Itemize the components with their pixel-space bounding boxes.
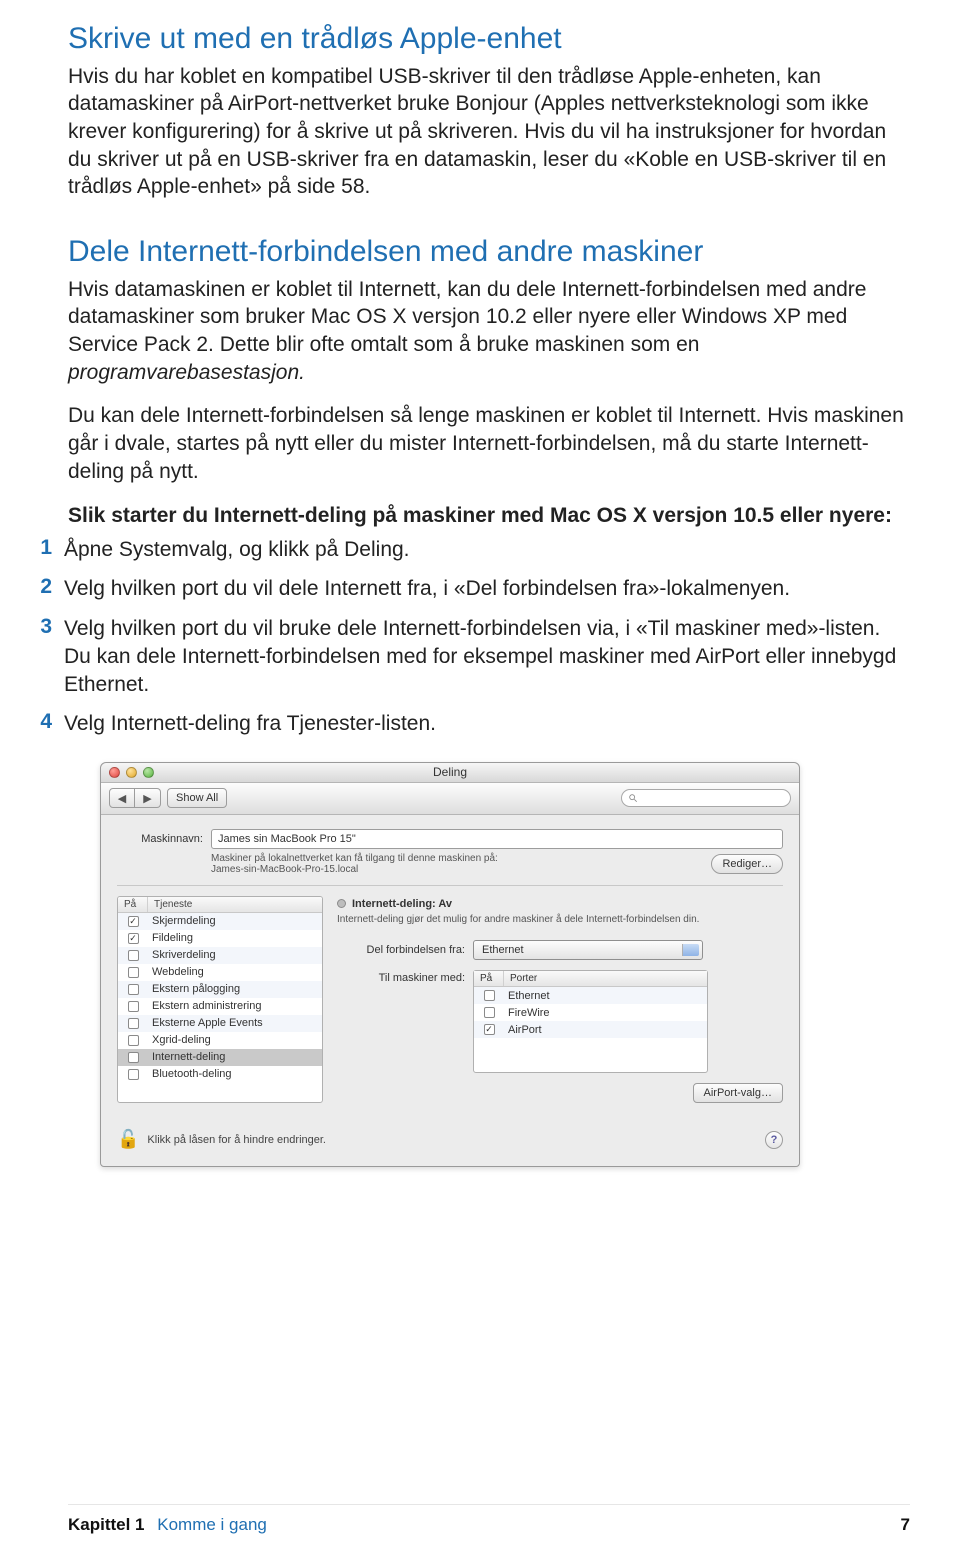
service-row[interactable]: ✓ Fildeling — [118, 930, 322, 947]
service-status: Internett-deling: Av — [337, 898, 783, 910]
lock-control[interactable]: 🔓 Klikk på låsen for å hindre endringer. — [117, 1129, 326, 1150]
port-row[interactable]: FireWire — [474, 1004, 707, 1021]
port-name: Ethernet — [504, 990, 707, 1002]
local-hostname-hint: Maskiner på lokalnettverket kan få tilga… — [211, 853, 703, 864]
checkbox[interactable] — [128, 967, 139, 978]
window-title: Deling — [101, 765, 799, 779]
service-row[interactable]: Skriverdeling — [118, 947, 322, 964]
step-text: Velg hvilken port du vil dele Internett … — [64, 575, 910, 603]
share-from-select[interactable]: Ethernet▲▼ — [473, 940, 703, 960]
service-row[interactable]: ✓ Skjermdeling — [118, 913, 322, 930]
computer-name-field[interactable]: James sin MacBook Pro 15" — [211, 829, 783, 849]
service-row[interactable]: Ekstern administrering — [118, 998, 322, 1015]
edit-button[interactable]: Rediger… — [711, 854, 783, 874]
step-number: 4 — [36, 710, 64, 734]
section1-title: Skrive ut med en trådløs Apple-enhet — [68, 22, 910, 57]
share-from-label: Del forbindelsen fra: — [337, 944, 465, 956]
service-name: Internett-deling — [148, 1051, 322, 1063]
service-name: Skjermdeling — [148, 915, 322, 927]
port-name: AirPort — [504, 1024, 707, 1036]
service-name: Xgrid-deling — [148, 1034, 322, 1046]
back-forward-buttons[interactable]: ◀ ▶ — [109, 788, 161, 808]
ports-list[interactable]: PåPorter Ethernet FireWire ✓ AirPort — [473, 970, 708, 1073]
section2-body1: Hvis datamaskinen er koblet til Internet… — [68, 276, 910, 387]
service-name: Eksterne Apple Events — [148, 1017, 322, 1029]
col-on: På — [118, 897, 148, 912]
search-input[interactable] — [621, 789, 791, 807]
service-name: Webdeling — [148, 966, 322, 978]
service-description: Internett-deling gjør det mulig for andr… — [337, 914, 783, 927]
port-row[interactable]: Ethernet — [474, 987, 707, 1004]
checkbox[interactable] — [128, 1001, 139, 1012]
service-row[interactable]: Bluetooth-deling — [118, 1066, 322, 1083]
prefs-toolbar: ◀ ▶ Show All — [101, 783, 799, 815]
checkbox[interactable] — [128, 950, 139, 961]
services-list[interactable]: PåTjeneste ✓ Skjermdeling ✓ Fildeling Skrive… — [117, 896, 323, 1104]
service-name: Bluetooth-deling — [148, 1068, 322, 1080]
window-titlebar: Deling — [101, 763, 799, 783]
forward-button[interactable]: ▶ — [135, 788, 161, 808]
checkbox[interactable] — [128, 1035, 139, 1046]
service-name: Fildeling — [148, 932, 322, 944]
checkbox[interactable] — [484, 990, 495, 1001]
back-button[interactable]: ◀ — [109, 788, 135, 808]
service-name: Ekstern pålogging — [148, 983, 322, 995]
col-on: På — [474, 971, 504, 986]
col-ports: Porter — [504, 971, 543, 986]
page-number: 7 — [901, 1515, 910, 1535]
service-row[interactable]: Ekstern pålogging — [118, 981, 322, 998]
search-icon — [628, 793, 638, 803]
sharing-prefpane-screenshot: Deling ◀ ▶ Show All Maskinnavn: James si… — [100, 762, 800, 1168]
service-row[interactable]: Webdeling — [118, 964, 322, 981]
checkbox[interactable] — [128, 984, 139, 995]
local-hostname-value: James-sin-MacBook-Pro-15.local — [211, 864, 703, 875]
lock-label: Klikk på låsen for å hindre endringer. — [147, 1134, 326, 1146]
section2-title: Dele Internett-forbindelsen med andre ma… — [68, 235, 910, 270]
chapter-number: Kapittel 1 — [68, 1515, 145, 1534]
service-row[interactable]: Internett-deling — [118, 1049, 322, 1066]
step-text: Åpne Systemvalg, og klikk på Deling. — [64, 536, 910, 564]
step-text: Velg hvilken port du vil bruke dele Inte… — [64, 615, 910, 698]
checkbox[interactable] — [484, 1007, 495, 1018]
col-service: Tjeneste — [148, 897, 322, 912]
service-name: Skriverdeling — [148, 949, 322, 961]
steps-heading: Slik starter du Internett-deling på mask… — [68, 504, 910, 528]
service-name: Ekstern administrering — [148, 1000, 322, 1012]
to-computers-label: Til maskiner med: — [337, 970, 465, 984]
computer-name-label: Maskinnavn: — [117, 833, 203, 845]
checkbox[interactable]: ✓ — [128, 933, 139, 944]
step-number: 2 — [36, 575, 64, 599]
port-row[interactable]: ✓ AirPort — [474, 1021, 707, 1038]
lock-icon: 🔓 — [117, 1129, 139, 1150]
checkbox[interactable] — [128, 1069, 139, 1080]
checkbox[interactable] — [128, 1018, 139, 1029]
service-row[interactable]: Xgrid-deling — [118, 1032, 322, 1049]
checkbox[interactable]: ✓ — [128, 916, 139, 927]
port-name: FireWire — [504, 1007, 707, 1019]
section1-body: Hvis du har koblet en kompatibel USB-skr… — [68, 63, 910, 202]
status-dot-icon — [337, 899, 346, 908]
service-row[interactable]: Eksterne Apple Events — [118, 1015, 322, 1032]
step-number: 3 — [36, 615, 64, 639]
chapter-name: Komme i gang — [157, 1515, 267, 1534]
step-number: 1 — [36, 536, 64, 560]
show-all-button[interactable]: Show All — [167, 788, 227, 808]
checkbox[interactable] — [128, 1052, 139, 1063]
steps-list: 1Åpne Systemvalg, og klikk på Deling. 2V… — [68, 536, 910, 738]
section2-body2: Du kan dele Internett-forbindelsen så le… — [68, 402, 910, 485]
checkbox[interactable]: ✓ — [484, 1024, 495, 1035]
page-footer: Kapittel 1 Komme i gang 7 — [68, 1504, 910, 1535]
step-text: Velg Internett-deling fra Tjenester-list… — [64, 710, 910, 738]
airport-options-button[interactable]: AirPort-valg… — [693, 1083, 783, 1103]
help-button[interactable]: ? — [765, 1131, 783, 1149]
